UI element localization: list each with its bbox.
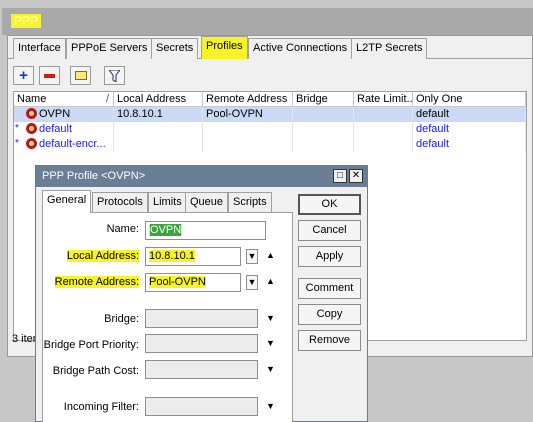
tab-pppoe-servers[interactable]: PPPoE Servers — [66, 38, 153, 59]
close-icon[interactable]: ✕ — [349, 169, 363, 183]
column-header-rate-limit[interactable]: Rate Limit... — [354, 92, 413, 107]
add-icon: + — [19, 67, 28, 84]
remote-address-field[interactable]: Pool-OVPN — [145, 273, 241, 292]
filter-button[interactable] — [104, 66, 125, 85]
chevron-down-icon[interactable]: ▼ — [266, 364, 275, 374]
bridge-port-priority-field[interactable] — [145, 334, 258, 353]
table-row[interactable]: * default-encr... default — [14, 137, 526, 152]
bridge-path-cost-field[interactable] — [145, 360, 258, 379]
remove-icon — [44, 73, 55, 78]
incoming-filter-select[interactable] — [145, 397, 258, 416]
ppp-profile-dialog: PPP Profile <OVPN> □ ✕ General Protocols… — [35, 165, 368, 422]
profile-icon — [26, 123, 37, 134]
remote-address-label: Remote Address: — [54, 276, 139, 288]
column-header-name[interactable]: Name / — [14, 92, 114, 107]
name-label: Name: — [106, 223, 139, 235]
collapse-up-icon[interactable]: ▲ — [266, 276, 275, 286]
dialog-tab-scripts[interactable]: Scripts — [228, 192, 272, 212]
dialog-tab-queue[interactable]: Queue — [185, 192, 229, 212]
restore-icon[interactable]: □ — [333, 169, 347, 183]
chevron-down-icon[interactable]: ▼ — [246, 275, 258, 290]
ok-button[interactable]: OK — [298, 194, 361, 215]
dialog-titlebar[interactable]: PPP Profile <OVPN> □ ✕ — [36, 166, 367, 187]
column-header-only-one[interactable]: Only One — [413, 92, 526, 107]
column-header-local-address[interactable]: Local Address — [114, 92, 203, 107]
dialog-tab-limits[interactable]: Limits — [148, 192, 187, 212]
column-header-bridge[interactable]: Bridge — [293, 92, 354, 107]
dialog-tab-protocols[interactable]: Protocols — [92, 192, 148, 212]
dialog-title: PPP Profile <OVPN> — [42, 170, 146, 182]
window-title: PPP — [11, 14, 42, 28]
profile-icon — [26, 108, 37, 119]
table-row[interactable]: OVPN 10.8.10.1 Pool-OVPN default — [14, 107, 526, 122]
cancel-button[interactable]: Cancel — [298, 220, 361, 241]
bridge-port-priority-label: Bridge Port Priority: — [43, 339, 139, 351]
ppp-titlebar[interactable]: PPP — [2, 8, 533, 35]
profile-icon — [26, 138, 37, 149]
chevron-down-icon[interactable]: ▼ — [246, 249, 258, 264]
filter-icon — [109, 69, 120, 82]
remove-dialog-button[interactable]: Remove — [298, 330, 361, 351]
copy-button[interactable]: Copy — [298, 304, 361, 325]
add-button[interactable]: + — [13, 66, 34, 85]
tab-active-connections[interactable]: Active Connections — [248, 38, 353, 59]
comment-button[interactable] — [70, 66, 91, 85]
items-count: 3 iter — [12, 333, 37, 345]
apply-button[interactable]: Apply — [298, 246, 361, 267]
tab-interface[interactable]: Interface — [13, 38, 66, 59]
remove-button[interactable] — [39, 66, 60, 85]
collapse-up-icon[interactable]: ▲ — [266, 250, 275, 260]
table-row[interactable]: * default default — [14, 122, 526, 137]
column-header-remote-address[interactable]: Remote Address — [203, 92, 293, 107]
comment-icon — [74, 71, 87, 80]
tab-l2tp-secrets[interactable]: L2TP Secrets — [351, 38, 428, 59]
tab-profiles[interactable]: Profiles — [201, 36, 248, 59]
local-address-label: Local Address: — [66, 250, 139, 262]
incoming-filter-label: Incoming Filter: — [63, 401, 139, 413]
dialog-tab-general[interactable]: General — [42, 190, 92, 213]
tab-secrets[interactable]: Secrets — [151, 38, 199, 59]
chevron-down-icon[interactable]: ▼ — [266, 313, 275, 323]
local-address-field[interactable]: 10.8.10.1 — [145, 247, 241, 266]
chevron-down-icon[interactable]: ▼ — [266, 401, 275, 411]
name-field[interactable]: OVPN — [145, 221, 266, 240]
bridge-label: Bridge: — [104, 313, 139, 325]
bridge-select[interactable] — [145, 309, 258, 328]
chevron-down-icon[interactable]: ▼ — [266, 338, 275, 348]
comment-dialog-button[interactable]: Comment — [298, 278, 361, 299]
bridge-path-cost-label: Bridge Path Cost: — [52, 365, 139, 377]
